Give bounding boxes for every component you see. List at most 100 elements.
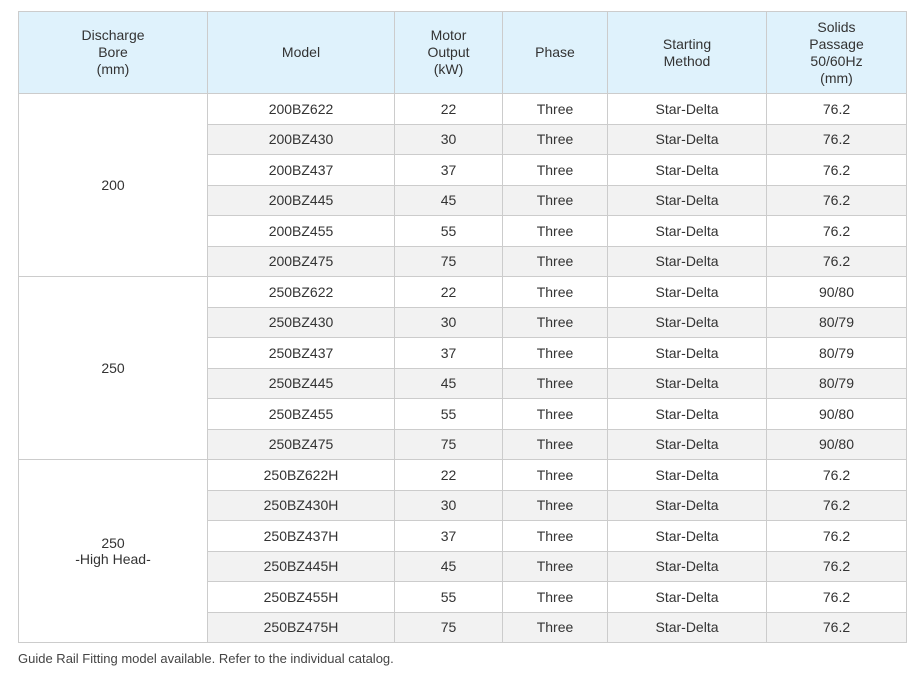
model-cell: 250BZ437H [207, 520, 395, 552]
motor-output-cell: 37 [394, 520, 503, 552]
solids-passage-cell: 90/80 [766, 428, 907, 460]
header-label-line: (mm) [96, 61, 130, 77]
solids-passage-cell: 76.2 [766, 550, 907, 582]
header-solids-passage: Solids Passage 50/60Hz (mm) [766, 11, 907, 94]
solids-passage-cell: 90/80 [766, 398, 907, 430]
phase-cell: Three [502, 489, 608, 521]
phase-cell: Three [502, 184, 608, 216]
starting-method-cell: Star-Delta [607, 93, 767, 125]
discharge-bore-cell: 200 [18, 93, 208, 277]
phase-cell: Three [502, 520, 608, 552]
starting-method-cell: Star-Delta [607, 581, 767, 613]
starting-method-cell: Star-Delta [607, 276, 767, 308]
header-label-line: Output [427, 44, 470, 60]
phase-cell: Three [502, 581, 608, 613]
model-cell: 250BZ445 [207, 367, 395, 399]
header-model: Model [207, 11, 395, 94]
header-label-line: Starting [662, 35, 712, 52]
header-label-line: Passage [809, 35, 864, 52]
header-label-line: (mm) [820, 69, 853, 86]
discharge-bore-label: 200 [101, 177, 125, 193]
motor-output-cell: 45 [394, 184, 503, 216]
model-cell: 250BZ430 [207, 306, 395, 338]
phase-cell: Three [502, 245, 608, 277]
phase-cell: Three [502, 550, 608, 582]
model-cell: 200BZ445 [207, 184, 395, 216]
solids-passage-cell: 76.2 [766, 245, 907, 277]
starting-method-cell: Star-Delta [607, 154, 767, 186]
motor-output-cell: 30 [394, 489, 503, 521]
solids-passage-cell: 90/80 [766, 276, 907, 308]
solids-passage-cell: 76.2 [766, 581, 907, 613]
header-label-line: Solids [817, 18, 856, 35]
starting-method-cell: Star-Delta [607, 611, 767, 643]
phase-cell: Three [502, 459, 608, 491]
header-starting-method: Starting Method [607, 11, 767, 94]
table-row: 250 250BZ622 22 Three Star-Delta 90/80 [18, 276, 907, 460]
model-cell: 200BZ475 [207, 245, 395, 277]
header-label-line: Method [663, 52, 711, 69]
model-cell: 250BZ622H [207, 459, 395, 491]
discharge-bore-label: 250 [101, 360, 125, 376]
phase-cell: Three [502, 154, 608, 186]
model-cell: 250BZ622 [207, 276, 395, 308]
table-row: 200 200BZ622 22 Three Star-Delta 76.2 [18, 93, 907, 277]
model-cell: 250BZ455H [207, 581, 395, 613]
solids-passage-cell: 76.2 [766, 184, 907, 216]
motor-output-cell: 22 [394, 459, 503, 491]
solids-passage-cell: 76.2 [766, 489, 907, 521]
starting-method-cell: Star-Delta [607, 337, 767, 369]
phase-cell: Three [502, 276, 608, 308]
model-cell: 250BZ455 [207, 398, 395, 430]
model-cell: 200BZ430 [207, 123, 395, 155]
model-cell: 250BZ475 [207, 428, 395, 460]
motor-output-cell: 75 [394, 245, 503, 277]
starting-method-cell: Star-Delta [607, 398, 767, 430]
model-cell: 250BZ445H [207, 550, 395, 582]
motor-output-cell: 22 [394, 93, 503, 125]
phase-cell: Three [502, 398, 608, 430]
motor-output-cell: 75 [394, 611, 503, 643]
header-label-line: Model [281, 44, 321, 60]
starting-method-cell: Star-Delta [607, 215, 767, 247]
motor-output-cell: 45 [394, 367, 503, 399]
table-header: Discharge Bore (mm) Model Motor Output (kW) … [18, 11, 907, 94]
solids-passage-cell: 80/79 [766, 337, 907, 369]
header-phase: Phase [502, 11, 608, 94]
solids-passage-cell: 76.2 [766, 123, 907, 155]
discharge-bore-label: -High Head- [75, 551, 151, 567]
solids-passage-cell: 76.2 [766, 215, 907, 247]
header-row: Discharge Bore (mm) Model Motor Output (kW) … [18, 11, 907, 94]
starting-method-cell: Star-Delta [607, 245, 767, 277]
header-label-line: Bore [98, 44, 128, 60]
phase-cell: Three [502, 93, 608, 125]
header-discharge-bore: Discharge Bore (mm) [18, 11, 208, 94]
model-cell: 250BZ430H [207, 489, 395, 521]
motor-output-cell: 55 [394, 581, 503, 613]
table-body: 200 200BZ622 22 Three Star-Delta 76.2 200BZ430… [18, 93, 907, 643]
starting-method-cell: Star-Delta [607, 306, 767, 338]
motor-output-cell: 22 [394, 276, 503, 308]
phase-cell: Three [502, 337, 608, 369]
solids-passage-cell: 80/79 [766, 306, 907, 338]
starting-method-cell: Star-Delta [607, 367, 767, 399]
starting-method-cell: Star-Delta [607, 520, 767, 552]
spec-table-container: Discharge Bore (mm) Model Motor Output (kW) … [18, 11, 907, 643]
pump-spec-table: Discharge Bore (mm) Model Motor Output (kW) … [18, 11, 907, 643]
phase-cell: Three [502, 367, 608, 399]
motor-output-cell: 37 [394, 154, 503, 186]
model-cell: 200BZ622 [207, 93, 395, 125]
starting-method-cell: Star-Delta [607, 123, 767, 155]
header-label-line: Discharge [81, 27, 145, 43]
phase-cell: Three [502, 306, 608, 338]
model-cell: 250BZ437 [207, 337, 395, 369]
solids-passage-cell: 76.2 [766, 459, 907, 491]
discharge-bore-cell: 250 [18, 276, 208, 460]
header-label-line: Phase [535, 44, 575, 60]
solids-passage-cell: 76.2 [766, 520, 907, 552]
header-label-line: Motor [430, 27, 467, 43]
solids-passage-cell: 76.2 [766, 611, 907, 643]
table-row: 250 -High Head- 250BZ622H 22 Three Star-Delta… [18, 459, 907, 643]
motor-output-cell: 55 [394, 398, 503, 430]
starting-method-cell: Star-Delta [607, 184, 767, 216]
